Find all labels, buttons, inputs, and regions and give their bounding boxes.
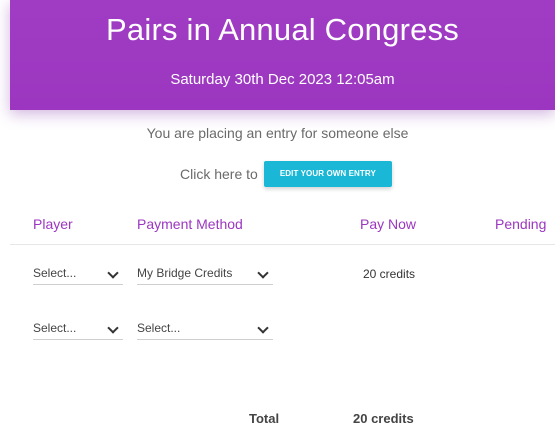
event-title: Pairs in Annual Congress (106, 12, 459, 47)
total-label: Total (249, 411, 280, 426)
chevron-down-icon (107, 322, 119, 334)
payment-method-select-value: My Bridge Credits (137, 266, 233, 280)
edit-own-entry-row: Click here to EDIT YOUR OWN ENTRY (180, 161, 392, 187)
column-header-payment-method: Payment Method (137, 216, 243, 232)
click-here-label: Click here to (180, 166, 258, 182)
player-select[interactable]: Select... (33, 262, 123, 285)
column-header-pay-now: Pay Now (360, 216, 417, 232)
player-select-value: Select... (33, 266, 77, 280)
table-header-divider (10, 244, 555, 245)
event-header: Pairs in Annual Congress Saturday 30th D… (10, 0, 555, 110)
entry-notice: You are placing an entry for someone els… (146, 125, 409, 141)
event-datetime: Saturday 30th Dec 2023 12:05am (170, 71, 395, 88)
total-amount: 20 credits (353, 411, 414, 426)
player-select-value: Select... (33, 321, 77, 335)
chevron-down-icon (257, 322, 269, 334)
payment-method-select[interactable]: Select... (137, 317, 273, 340)
column-header-pending: Pending (495, 216, 547, 232)
pay-now-amount: 20 credits (363, 267, 416, 281)
player-select[interactable]: Select... (33, 317, 123, 340)
column-header-player: Player (33, 216, 73, 232)
payment-method-select-value: Select... (137, 321, 181, 335)
chevron-down-icon (107, 267, 119, 279)
chevron-down-icon (257, 267, 269, 279)
edit-own-entry-button[interactable]: EDIT YOUR OWN ENTRY (263, 161, 392, 187)
payment-method-select[interactable]: My Bridge Credits (137, 262, 273, 285)
